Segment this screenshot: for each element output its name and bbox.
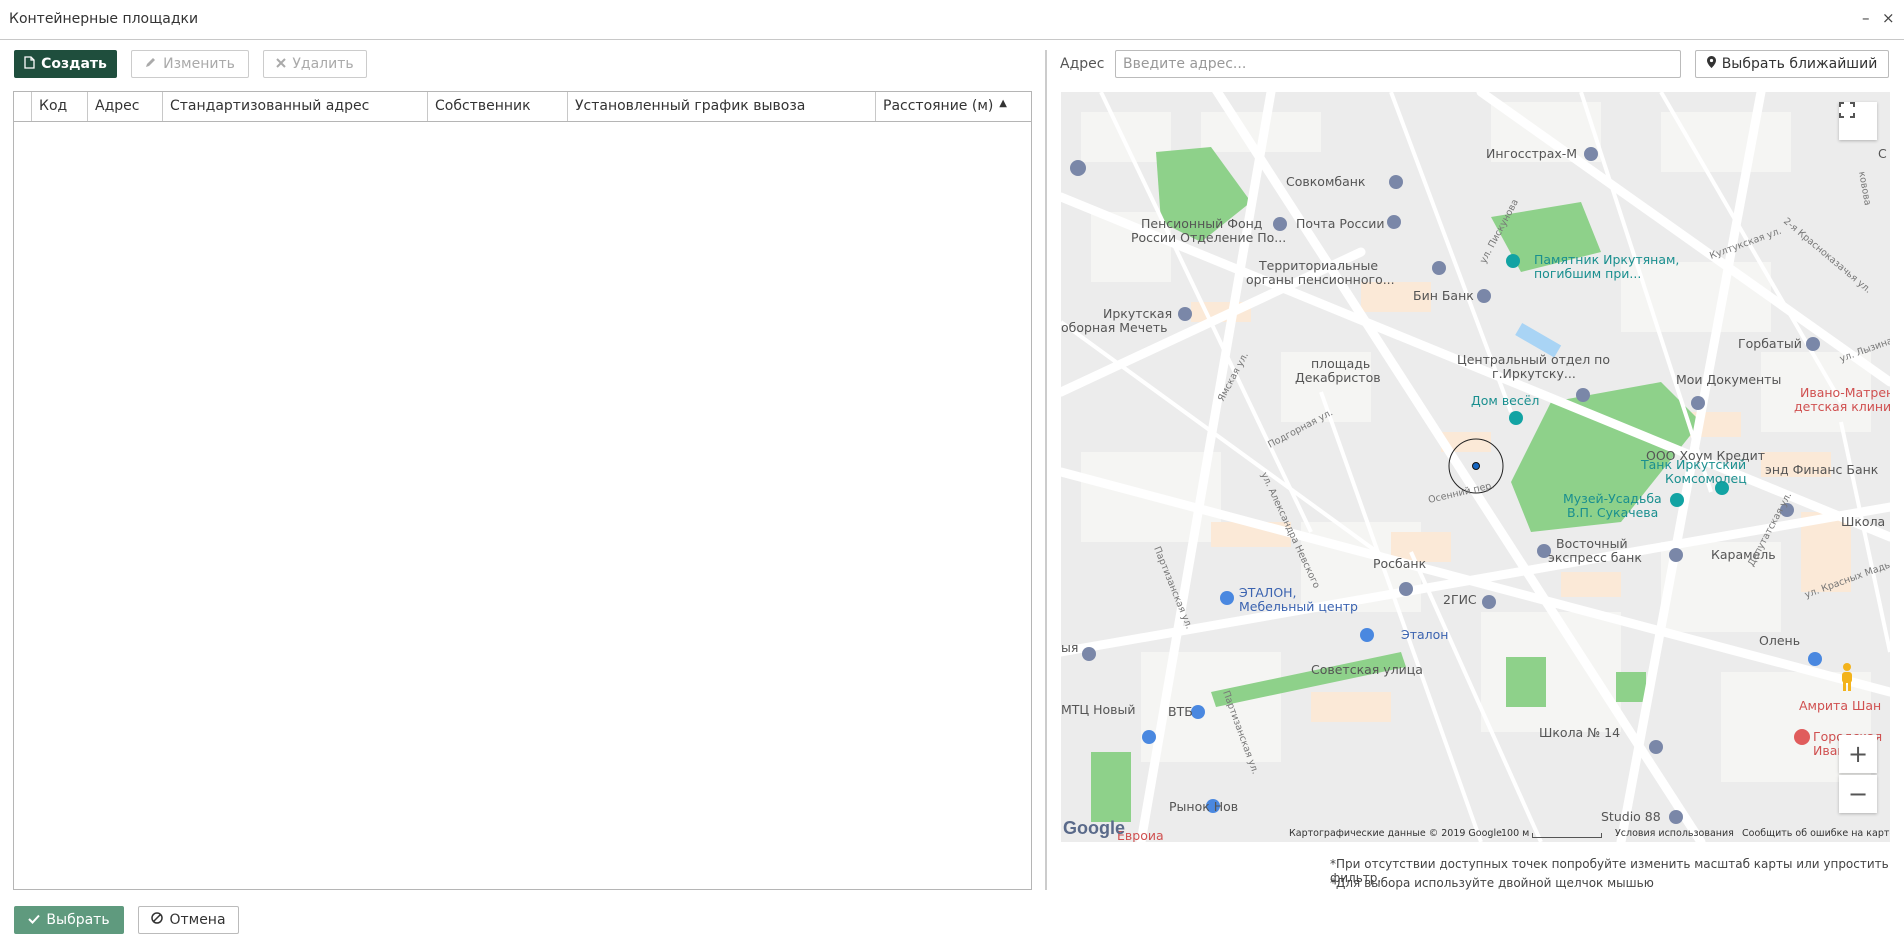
svg-text:ковова: ковова	[1856, 171, 1873, 207]
address-label: Адрес	[1060, 56, 1105, 72]
create-button[interactable]: Создать	[14, 50, 117, 78]
svg-text:2-я Красноказачья ул.: 2-я Красноказачья ул.	[1781, 216, 1873, 296]
svg-text:Школа N: Школа N	[1841, 514, 1890, 529]
select-nearest-button[interactable]: Выбрать ближайший	[1695, 50, 1889, 78]
svg-text:Росбанк: Росбанк	[1373, 556, 1427, 571]
create-label: Создать	[41, 56, 107, 72]
fullscreen-button[interactable]	[1839, 102, 1877, 140]
containers-table: Код Адрес Стандартизованный адрес Собств…	[13, 91, 1032, 890]
svg-text:Совкомбанк: Совкомбанк	[1286, 174, 1366, 189]
svg-text:Музей-Усадьба: Музей-Усадьба	[1563, 491, 1662, 506]
svg-text:Ингосстрах-М: Ингосстрах-М	[1486, 146, 1577, 161]
svg-text:ыя: ыя	[1061, 640, 1078, 655]
svg-text:МТЦ Новый: МТЦ Новый	[1061, 702, 1136, 717]
hint-double-click: *Для выбора используйте двойной щелчок м…	[1330, 876, 1654, 890]
svg-text:2ГИС: 2ГИС	[1443, 592, 1477, 607]
map-marker-icon	[1706, 56, 1716, 72]
svg-text:Рынок Нов: Рынок Нов	[1169, 799, 1238, 814]
select-nearest-label: Выбрать ближайший	[1721, 56, 1878, 72]
svg-text:Бин Банк: Бин Банк	[1413, 288, 1474, 303]
map-scale-label: 100 м	[1501, 828, 1530, 839]
title-bar: Контейнерные площадки – ×	[0, 0, 1904, 40]
svg-text:детская клини: детская клини	[1794, 399, 1890, 414]
svg-text:Култукская ул.: Култукская ул.	[1708, 226, 1783, 262]
svg-text:Амрита Шан: Амрита Шан	[1799, 698, 1881, 713]
svg-text:Мои Документы: Мои Документы	[1676, 372, 1781, 387]
svg-text:Олень: Олень	[1759, 633, 1800, 648]
zoom-in-button[interactable]: +	[1839, 735, 1877, 773]
svg-text:оборная Мечеть: оборная Мечеть	[1061, 320, 1167, 335]
svg-text:Памятник Иркутянам,: Памятник Иркутянам,	[1534, 252, 1679, 267]
column-schedule[interactable]: Установленный график вывоза	[568, 92, 876, 121]
svg-text:Комсомолец: Комсомолец	[1665, 471, 1747, 486]
minimize-button[interactable]: –	[1862, 10, 1870, 26]
svg-text:ЭТАЛОН,: ЭТАЛОН,	[1239, 585, 1297, 600]
svg-text:площадь: площадь	[1311, 356, 1370, 371]
zoom-out-button[interactable]: −	[1839, 775, 1877, 813]
svg-text:Почта России: Почта России	[1296, 216, 1385, 231]
edit-label: Изменить	[163, 56, 235, 72]
svg-text:Советская улица: Советская улица	[1311, 662, 1423, 677]
svg-text:г.Иркутску...: г.Иркутску...	[1492, 366, 1576, 381]
street-view-pegman[interactable]	[1839, 662, 1877, 700]
select-label: Выбрать	[46, 912, 110, 928]
svg-text:Восточный: Восточный	[1556, 536, 1628, 551]
svg-text:Декабристов: Декабристов	[1295, 370, 1381, 385]
svg-text:Иркутская: Иркутская	[1103, 306, 1172, 321]
column-distance[interactable]: Расстояние (м) ▲	[876, 92, 1031, 121]
svg-text:энд Финанс Банк: энд Финанс Банк	[1765, 462, 1879, 477]
svg-text:Центральный отдел по: Центральный отдел по	[1457, 352, 1610, 367]
column-address[interactable]: Адрес	[88, 92, 163, 121]
delete-button[interactable]: Удалить	[263, 50, 367, 78]
map-terms-link[interactable]: Условия использования	[1615, 828, 1734, 839]
select-button[interactable]: Выбрать	[14, 906, 124, 934]
delete-label: Удалить	[292, 56, 354, 72]
map-view[interactable]: Ингосстрах-М Совкомбанк Пенсионный Фонд …	[1061, 92, 1890, 842]
svg-text:Studio 88: Studio 88	[1601, 809, 1661, 824]
svg-text:Танк Иркутский: Танк Иркутский	[1640, 457, 1746, 472]
pencil-icon	[145, 56, 157, 72]
table-header: Код Адрес Стандартизованный адрес Собств…	[14, 92, 1031, 122]
column-distance-label: Расстояние (м)	[883, 98, 994, 114]
sort-ascending-icon: ▲	[999, 98, 1007, 109]
svg-text:ВТБ: ВТБ	[1168, 704, 1193, 719]
svg-text:погибшим при...: погибшим при...	[1534, 266, 1641, 281]
svg-text:органы пенсионного...: органы пенсионного...	[1246, 272, 1395, 287]
close-button[interactable]: ×	[1882, 10, 1895, 26]
window-title: Контейнерные площадки	[9, 11, 199, 27]
column-owner[interactable]: Собственник	[428, 92, 568, 121]
svg-text:экспресс банк: экспресс банк	[1548, 550, 1642, 565]
cancel-button[interactable]: Отмена	[138, 906, 239, 934]
check-icon	[28, 912, 41, 928]
google-logo: Google	[1063, 818, 1125, 838]
column-code[interactable]: Код	[32, 92, 88, 121]
map-attribution: Картографические данные © 2019 Google	[1289, 828, 1502, 839]
svg-text:Эталон: Эталон	[1401, 627, 1448, 642]
svg-text:Пенсионный Фонд: Пенсионный Фонд	[1141, 216, 1262, 231]
map-scale-bar	[1532, 833, 1602, 838]
svg-text:В.П. Сукачева: В.П. Сукачева	[1567, 505, 1658, 520]
cancel-label: Отмена	[169, 912, 226, 928]
file-icon	[24, 55, 35, 73]
svg-text:Ивано-Матрен: Ивано-Матрен	[1800, 385, 1890, 400]
svg-text:России Отделение По...: России Отделение По...	[1131, 230, 1286, 245]
row-selector-column[interactable]	[14, 92, 32, 121]
panel-splitter[interactable]	[1045, 50, 1047, 890]
edit-button[interactable]: Изменить	[131, 50, 249, 78]
svg-text:Горбатый: Горбатый	[1738, 336, 1802, 351]
svg-text:Школа № 14: Школа № 14	[1539, 725, 1620, 740]
svg-text:Дом весёл: Дом весёл	[1471, 393, 1539, 408]
map-report-link[interactable]: Сообщить об ошибке на карте	[1742, 828, 1890, 839]
ban-icon	[151, 912, 164, 928]
svg-text:С: С	[1878, 146, 1887, 161]
map-canvas: Ингосстрах-М Совкомбанк Пенсионный Фонд …	[1061, 92, 1890, 842]
column-standardized-address[interactable]: Стандартизованный адрес	[163, 92, 428, 121]
svg-text:Мебельный центр: Мебельный центр	[1239, 599, 1358, 614]
address-input[interactable]	[1115, 50, 1681, 78]
svg-text:Территориальные: Территориальные	[1258, 258, 1378, 273]
svg-text:Карамель: Карамель	[1711, 547, 1776, 562]
close-x-icon	[276, 56, 287, 72]
